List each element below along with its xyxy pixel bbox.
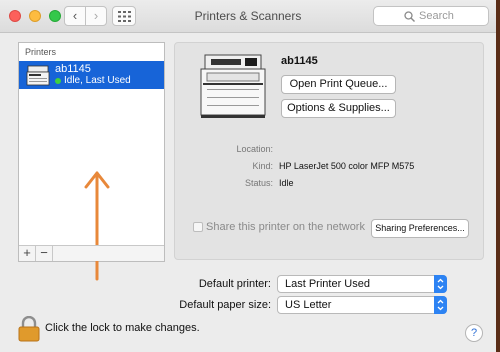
- printer-list[interactable]: Printers ab1145 Idle, Last Used + −: [18, 42, 165, 281]
- printer-image: [200, 54, 266, 118]
- default-printer-label: Default printer:: [198, 278, 271, 290]
- search-field[interactable]: Search: [373, 6, 489, 26]
- desktop-background: [496, 0, 500, 352]
- help-button[interactable]: ?: [465, 324, 483, 342]
- kind-value: HP LaserJet 500 color MFP M575: [279, 161, 415, 171]
- default-paper-value: US Letter: [285, 299, 332, 311]
- default-paper-label: Default paper size:: [179, 299, 271, 311]
- lock-icon[interactable]: [18, 316, 40, 342]
- printer-name: ab1145: [55, 63, 91, 75]
- search-placeholder: Search: [419, 10, 454, 22]
- printer-thumbnail-icon: [26, 65, 50, 86]
- sharing-preferences-button[interactable]: Sharing Preferences...: [371, 219, 469, 238]
- printer-list-header: Printers: [25, 47, 57, 57]
- select-arrows-icon: [434, 296, 447, 314]
- printer-details-panel: ab1145 Open Print Queue... Options & Sup…: [174, 42, 484, 260]
- annotation-arrow: [84, 171, 110, 281]
- add-printer-button[interactable]: +: [19, 246, 36, 261]
- printer-list-item[interactable]: ab1145 Idle, Last Used: [19, 61, 164, 89]
- status-value: Idle: [279, 178, 294, 188]
- status-label: Status:: [244, 178, 273, 188]
- title-bar: ‹ › Printers & Scanners Search: [0, 0, 496, 33]
- select-arrows-icon: [434, 275, 447, 293]
- options-supplies-button[interactable]: Options & Supplies...: [281, 99, 396, 118]
- printers-scanners-window: ‹ › Printers & Scanners Search Printers: [0, 0, 496, 352]
- kind-label: Kind:: [252, 161, 273, 171]
- share-printer-checkbox[interactable]: [193, 222, 203, 232]
- default-printer-select[interactable]: Last Printer Used: [277, 275, 447, 293]
- default-paper-select[interactable]: US Letter: [277, 296, 447, 314]
- search-icon: [404, 11, 415, 22]
- open-print-queue-button[interactable]: Open Print Queue...: [281, 75, 396, 94]
- list-footer: + −: [19, 245, 164, 261]
- remove-printer-button[interactable]: −: [36, 246, 53, 261]
- lock-message: Click the lock to make changes.: [45, 322, 200, 334]
- printer-title: ab1145: [281, 55, 318, 67]
- status-dot: [55, 78, 61, 84]
- share-printer-label: Share this printer on the network: [206, 221, 365, 233]
- printer-status: Idle, Last Used: [64, 75, 131, 86]
- default-printer-value: Last Printer Used: [285, 278, 370, 290]
- location-label: Location:: [236, 144, 273, 154]
